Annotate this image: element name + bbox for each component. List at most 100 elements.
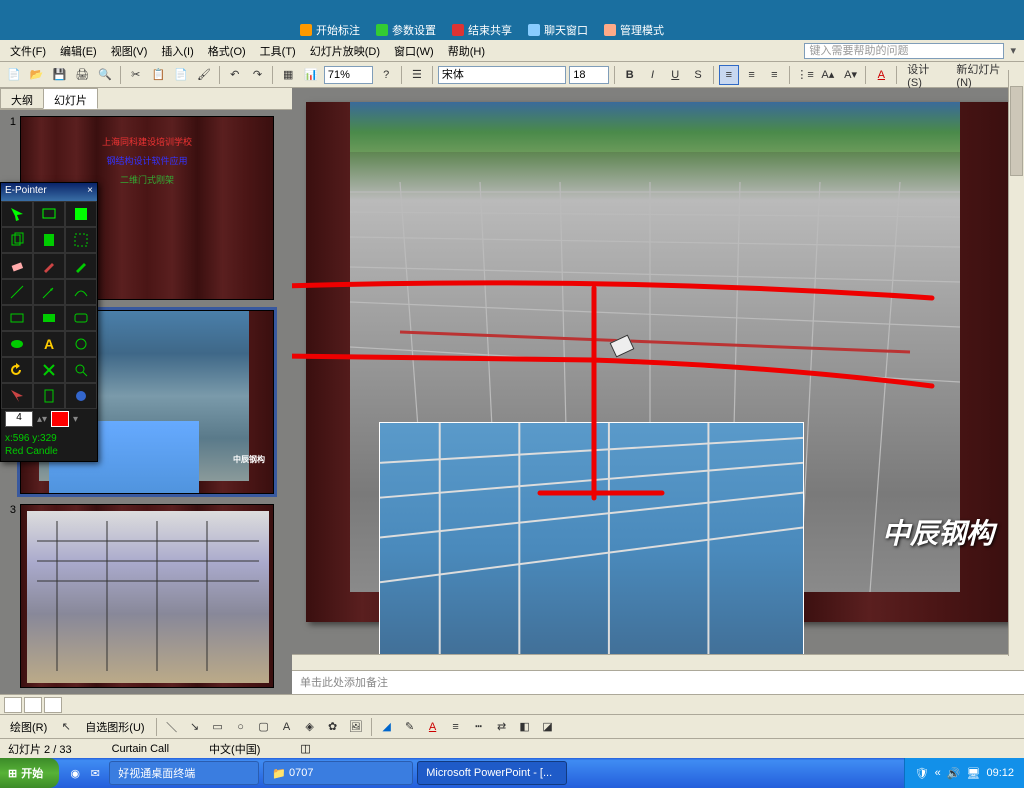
scrollbar-thumb[interactable] [1010,86,1023,176]
autoshape-menu[interactable]: 自选图形(U) [79,717,150,737]
inset-image[interactable] [379,422,804,654]
chart-button[interactable]: 📊 [301,65,321,85]
sorter-view-button[interactable] [24,697,42,713]
menu-file[interactable]: 文件(F) [4,41,52,61]
chat-button[interactable]: 聊天窗口 [528,22,588,38]
decrease-font-button[interactable]: A▾ [841,65,861,85]
ep-tool-cursor[interactable] [1,201,33,227]
task-folder[interactable]: 📁 0707 [263,761,413,785]
help-button[interactable]: ? [376,65,396,85]
task-powerpoint[interactable]: Microsoft PowerPoint - [... [417,761,567,785]
arrow-button[interactable]: ↘ [185,717,205,737]
menu-dropdown-icon[interactable]: ▾ [1006,44,1020,57]
undo-button[interactable]: ↶ [225,65,245,85]
new-button[interactable]: 📄 [4,65,24,85]
ep-size-input[interactable]: 4 [5,411,33,427]
epointer-panel[interactable]: E-Pointer× A 4 ▴▾ ▾ x:596 y:329 Red C [0,182,98,462]
arrow-style-button[interactable]: ⇄ [492,717,512,737]
italic-button[interactable]: I [643,65,663,85]
manage-button[interactable]: 管理模式 [604,22,664,38]
fill-color-button[interactable]: ◢ [377,717,397,737]
ep-tool-rect[interactable] [1,305,33,331]
vertical-scrollbar[interactable] [1008,70,1024,656]
annotate-button[interactable]: 开始标注 [300,22,360,38]
horizontal-scrollbar[interactable] [292,654,1024,670]
align-left-button[interactable]: ≡ [719,65,739,85]
ep-tool-ellipse[interactable] [1,331,33,357]
close-doc-button[interactable]: × [1002,2,1020,18]
epointer-titlebar[interactable]: E-Pointer× [1,183,97,201]
design-button[interactable]: 设计(S) [902,65,948,85]
select-button[interactable]: ↖ [56,717,76,737]
notes-pane[interactable]: 单击此处添加备注 [292,670,1024,694]
shadow-button[interactable]: S [688,65,708,85]
bold-button[interactable]: B [620,65,640,85]
format-painter-button[interactable]: 🖌 [194,65,214,85]
help-search-input[interactable]: 键入需要帮助的问题 [804,43,1004,59]
ep-tool-zoom[interactable] [65,357,97,383]
menu-view[interactable]: 视图(V) [105,41,154,61]
ep-tool-roundrect[interactable] [65,305,97,331]
tray-icon[interactable]: 🛡 [915,767,929,780]
shadow-style-button[interactable]: ◧ [515,717,535,737]
ep-tool-line[interactable] [1,279,33,305]
stop-share-button[interactable]: 结束共享 [452,22,512,38]
slideshow-view-button[interactable] [44,697,62,713]
oval-button[interactable]: ○ [231,717,251,737]
restore-doc-button[interactable]: ❐ [982,2,1000,18]
ep-color-swatch[interactable] [51,411,69,427]
close-icon[interactable]: × [87,185,93,199]
ep-tool-brush[interactable] [65,253,97,279]
copy-button[interactable]: 📋 [149,65,169,85]
dash-style-button[interactable]: ┅ [469,717,489,737]
menu-insert[interactable]: 插入(I) [155,41,199,61]
align-center-button[interactable]: ≡ [742,65,762,85]
picture-button[interactable]: 🖼 [346,717,366,737]
minimize-doc-button[interactable]: _ [962,2,980,18]
ep-tool-eraser[interactable] [1,253,33,279]
open-button[interactable]: 📂 [27,65,47,85]
zoom-combo[interactable]: 71% [324,66,373,84]
ep-tool-clear[interactable] [33,357,65,383]
paste-button[interactable]: 📄 [171,65,191,85]
line-color-button[interactable]: ✎ [400,717,420,737]
wordart-button[interactable]: A [277,717,297,737]
ep-tool-undo[interactable] [1,357,33,383]
line-style-button[interactable]: ≡ [446,717,466,737]
ep-tool-curve[interactable] [65,279,97,305]
font-color-button-2[interactable]: A [423,717,443,737]
rectangle-button[interactable]: ▭ [208,717,228,737]
ep-tool-screen[interactable] [33,201,65,227]
tray-volume-icon[interactable]: 🖥 [967,767,981,780]
print-button[interactable]: 🖨 [72,65,92,85]
tab-outline[interactable]: 大纲 [0,88,44,109]
font-name-combo[interactable]: 宋体 [438,66,566,84]
align-right-button[interactable]: ≡ [764,65,784,85]
redo-button[interactable]: ↷ [248,65,268,85]
increase-font-button[interactable]: A▴ [818,65,838,85]
ep-tool-paste[interactable] [33,227,65,253]
font-size-combo[interactable]: 18 [569,66,609,84]
cut-button[interactable]: ✂ [126,65,146,85]
menu-window[interactable]: 窗口(W) [388,41,440,61]
normal-view-button[interactable] [4,697,22,713]
slide-canvas[interactable]: 中辰钢构 [292,88,1024,654]
tray-lang-icon[interactable]: « [935,767,941,779]
save-button[interactable]: 💾 [50,65,70,85]
ep-tool-highlight[interactable] [65,201,97,227]
3d-style-button[interactable]: ◪ [538,717,558,737]
close-button[interactable]: ✕ [942,2,960,18]
system-tray[interactable]: 🛡 « 🔊 🖥 09:12 [904,758,1024,788]
quicklaunch-2[interactable]: ✉ [85,763,105,783]
start-button[interactable]: ⊞ 开始 [0,758,59,788]
params-button[interactable]: 参数设置 [376,22,436,38]
ep-tool-arrow[interactable] [33,279,65,305]
tray-network-icon[interactable]: 🔊 [947,767,961,780]
numbering-button[interactable]: ⋮≡ [795,65,815,85]
font-color-button[interactable]: A [871,65,891,85]
ep-color-dropdown[interactable]: ▾ [73,414,78,425]
ep-tool-pen[interactable] [33,253,65,279]
menu-format[interactable]: 格式(O) [202,41,252,61]
task-video-client[interactable]: 好视通桌面终端 [109,761,259,785]
tab-slides[interactable]: 幻灯片 [43,88,98,109]
